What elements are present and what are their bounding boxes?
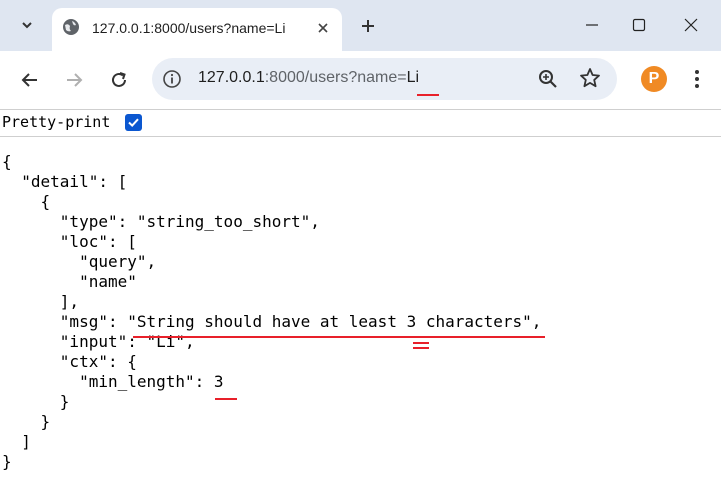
close-icon bbox=[684, 18, 698, 32]
forward-button[interactable] bbox=[59, 65, 89, 95]
tab-close-button[interactable] bbox=[312, 17, 334, 39]
pretty-print-label: Pretty-print bbox=[2, 113, 111, 131]
site-info-icon[interactable] bbox=[162, 69, 182, 89]
json-line: ], bbox=[2, 292, 80, 311]
json-response: { "detail": [ { "type": "string_too_shor… bbox=[2, 152, 541, 472]
url-text[interactable]: 127.0.0.1:8000/users?name=Li bbox=[198, 69, 419, 87]
tab-search-button[interactable] bbox=[12, 11, 42, 39]
json-line: } bbox=[2, 412, 51, 431]
three-underline-annotation bbox=[413, 342, 429, 344]
json-line: { bbox=[2, 152, 12, 171]
pretty-print-checkbox[interactable] bbox=[125, 114, 142, 131]
json-line: { bbox=[2, 192, 51, 211]
reload-button[interactable] bbox=[104, 65, 134, 95]
url-underline-annotation bbox=[417, 94, 439, 96]
extension-letter: P bbox=[648, 70, 660, 87]
minimize-icon bbox=[586, 24, 598, 26]
arrow-right-icon bbox=[67, 73, 83, 87]
maximize-button[interactable] bbox=[625, 12, 653, 38]
three-double-underline-annotation bbox=[413, 347, 429, 349]
json-line: "detail": [ bbox=[2, 172, 128, 191]
min-length-underline-annotation bbox=[215, 398, 237, 400]
close-icon bbox=[318, 23, 328, 33]
json-line: } bbox=[2, 392, 70, 411]
more-vertical-icon bbox=[695, 70, 699, 88]
back-button[interactable] bbox=[15, 65, 45, 95]
json-line: ] bbox=[2, 432, 31, 451]
bookmark-star-icon[interactable] bbox=[579, 67, 601, 89]
json-line: "name" bbox=[2, 272, 137, 291]
json-line: "min_length": 3 bbox=[2, 372, 224, 391]
close-window-button[interactable] bbox=[677, 12, 705, 38]
pretty-print-bar: Pretty-print bbox=[0, 109, 721, 137]
globe-icon bbox=[63, 19, 79, 35]
maximize-icon bbox=[632, 18, 646, 32]
tab-strip: 127.0.0.1:8000/users?name=Li bbox=[0, 0, 721, 51]
reload-icon bbox=[112, 72, 126, 87]
json-line: "loc": [ bbox=[2, 232, 137, 251]
url-query-value: Li bbox=[406, 69, 420, 86]
tab-title: 127.0.0.1:8000/users?name=Li bbox=[92, 20, 286, 36]
minimize-button[interactable] bbox=[578, 12, 606, 38]
json-line: "type": "string_too_short", bbox=[2, 212, 320, 231]
json-line: "input": "Li", bbox=[2, 332, 195, 351]
plus-icon bbox=[362, 20, 374, 32]
url-host: 127.0.0.1 bbox=[198, 69, 265, 86]
json-line: "query", bbox=[2, 252, 157, 271]
json-line: "msg": "String should have at least 3 ch… bbox=[2, 312, 542, 331]
checkmark-icon bbox=[128, 118, 139, 128]
chevron-down-icon bbox=[22, 22, 32, 29]
browser-toolbar: 127.0.0.1:8000/users?name=Li bbox=[0, 51, 721, 108]
new-tab-button[interactable] bbox=[354, 12, 382, 40]
arrow-left-icon bbox=[21, 73, 37, 87]
url-path: :8000/users?name= bbox=[264, 69, 407, 86]
extension-button[interactable]: P bbox=[641, 66, 667, 92]
zoom-icon[interactable] bbox=[537, 68, 559, 90]
browser-menu-button[interactable] bbox=[686, 66, 708, 92]
msg-underline-annotation bbox=[133, 336, 545, 338]
active-tab[interactable]: 127.0.0.1:8000/users?name=Li bbox=[52, 8, 342, 51]
json-line: "ctx": { bbox=[2, 352, 137, 371]
json-line: } bbox=[2, 452, 12, 471]
address-bar[interactable]: 127.0.0.1:8000/users?name=Li bbox=[152, 58, 617, 100]
